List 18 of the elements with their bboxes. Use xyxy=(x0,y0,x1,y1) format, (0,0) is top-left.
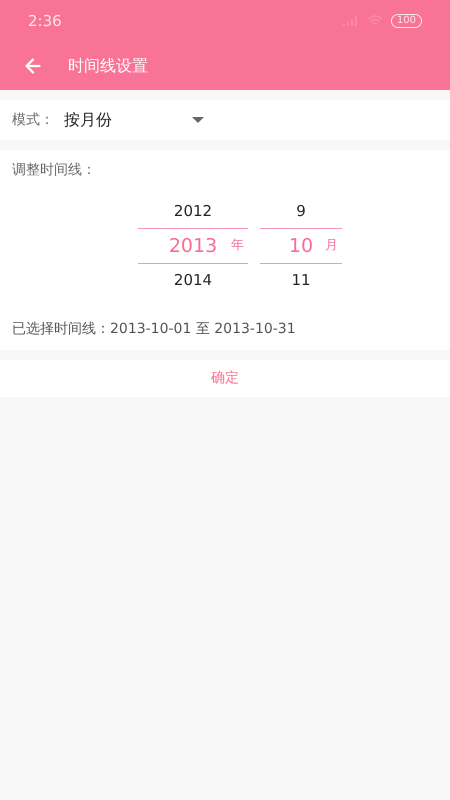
timeline-label: 调整时间线： xyxy=(12,161,97,180)
picker-unit: 年 xyxy=(231,237,244,256)
picker-value: 2012 xyxy=(174,201,212,222)
wheel-picker[interactable]: 9 10 月 11 xyxy=(260,195,342,297)
picker-value: 9 xyxy=(296,201,306,222)
picker-unit: 月 xyxy=(325,237,338,256)
page-title: 时间线设置 xyxy=(68,55,148,77)
dropdown-caret-icon xyxy=(192,117,204,123)
picker-value: 11 xyxy=(291,270,311,292)
picker-value: 10 xyxy=(288,234,314,259)
selected-range-text: 已选择时间线：2013-10-01 至 2013-10-31 xyxy=(12,320,297,339)
wheel-picker[interactable]: 2012 2013 年 2014 xyxy=(138,195,248,297)
status-time: 2:36 xyxy=(28,10,62,32)
mode-dropdown[interactable]: 按月份 xyxy=(64,108,204,132)
picker-value: 2014 xyxy=(174,270,212,292)
battery-indicator: 100 xyxy=(390,14,422,28)
picker-value: 2013 xyxy=(168,234,218,259)
mode-label: 模式： xyxy=(12,110,54,130)
